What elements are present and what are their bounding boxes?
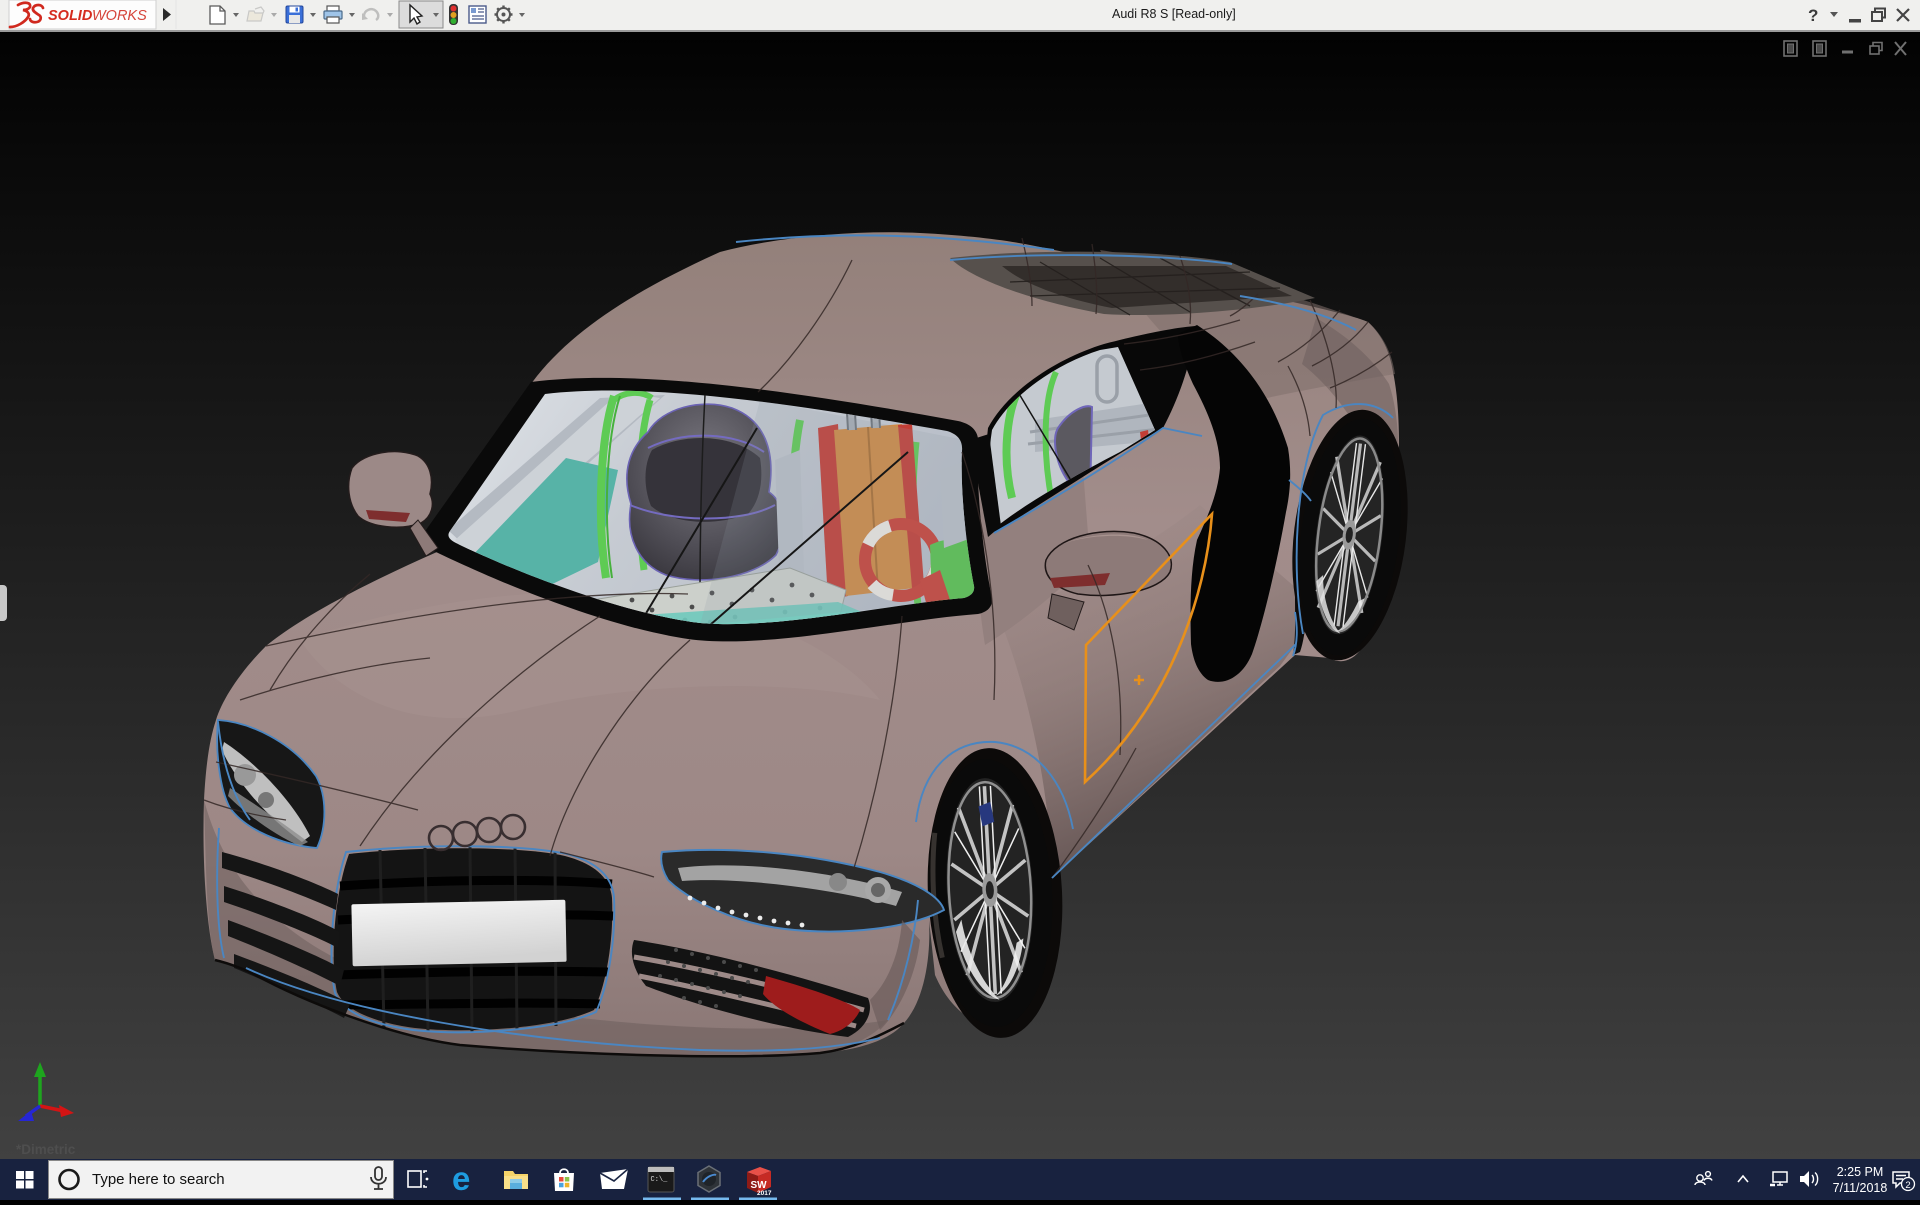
svg-text:?: ? xyxy=(1808,6,1818,25)
svg-text:C:\_: C:\_ xyxy=(651,1176,669,1184)
svg-text:7/11/2018: 7/11/2018 xyxy=(1833,1181,1888,1195)
svg-text:e: e xyxy=(452,1160,470,1197)
svg-text:SOLID: SOLID xyxy=(48,8,93,24)
svg-text:2:25 PM: 2:25 PM xyxy=(1837,1165,1884,1179)
svg-text:WORKS: WORKS xyxy=(92,8,147,24)
svg-text:2: 2 xyxy=(1905,1180,1910,1191)
svg-text:2017: 2017 xyxy=(757,1190,772,1197)
